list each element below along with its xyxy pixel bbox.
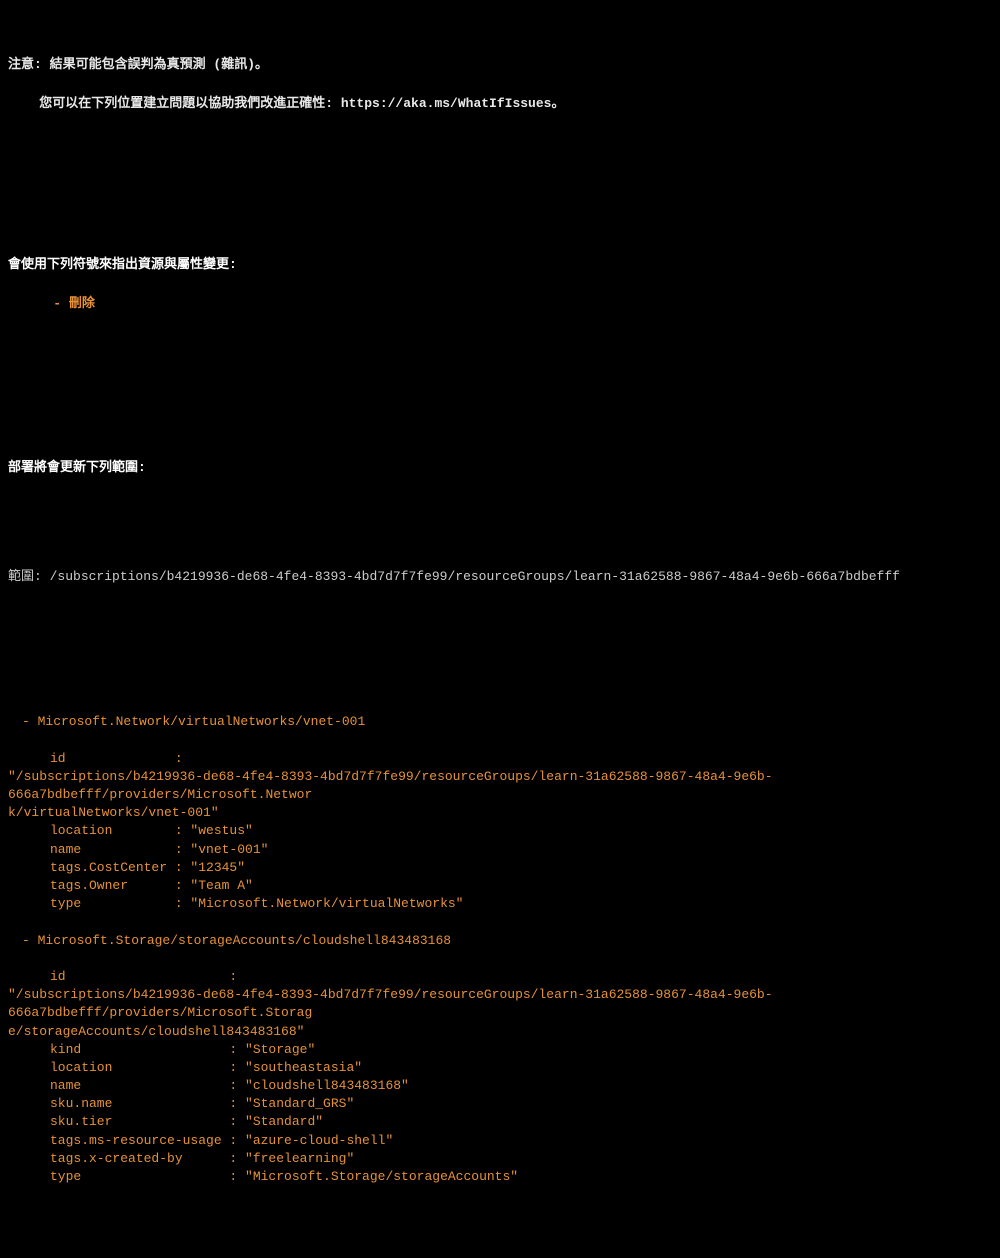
operations-list: - Microsoft.Network/virtualNetworks/vnet… [8,713,992,1204]
prop-row: type : "Microsoft.Storage/storageAccount… [8,1168,992,1186]
terminal-output: 注意: 結果可能包含誤判為真預測 (雜訊)。 您可以在下列位置建立問題以協助我們… [0,0,1000,1258]
prop-row: name : "cloudshell843483168" [8,1077,992,1095]
prop-val-id-cont: e/storageAccounts/cloudshell843483168" [8,1023,992,1041]
op-header: - Microsoft.Network/virtualNetworks/vnet… [8,713,992,731]
prop-row: name : "vnet-001" [8,841,992,859]
legend-heading: 會使用下列符號來指出資源與屬性變更: - 刪除 [8,259,992,332]
prop-val-id-cont: k/virtualNetworks/vnet-001" [8,804,992,822]
warning-title: 注意: 結果可能包含誤判為真預測 (雜訊)。 您可以在下列位置建立問題以協助我們… [8,59,992,132]
prop-key-id: id : [8,968,992,986]
op-header: - Microsoft.Storage/storageAccounts/clou… [8,932,992,950]
legend-delete: - 刪除 [39,295,95,313]
prop-row: location : "westus" [8,822,992,840]
prop-row: kind : "Storage" [8,1041,992,1059]
prop-val-id: "/subscriptions/b4219936-de68-4fe4-8393-… [8,986,992,1022]
scope-path: 範圍: /subscriptions/b4219936-de68-4fe4-83… [8,568,992,586]
prop-row: sku.tier : "Standard" [8,1113,992,1131]
issue-url: https://aka.ms/WhatIfIssues [341,96,552,111]
prop-row: location : "southeastasia" [8,1059,992,1077]
prop-row: type : "Microsoft.Network/virtualNetwork… [8,895,992,913]
prop-row: tags.Owner : "Team A" [8,877,992,895]
prop-row: sku.name : "Standard_GRS" [8,1095,992,1113]
prop-row: tags.ms-resource-usage : "azure-cloud-sh… [8,1132,992,1150]
prop-key-id: id : [8,750,992,768]
prop-row: tags.CostCenter : "12345" [8,859,992,877]
scope-heading: 部署將會更新下列範圍: [8,459,992,477]
prop-row: tags.x-created-by : "freelearning" [8,1150,992,1168]
prop-val-id: "/subscriptions/b4219936-de68-4fe4-8393-… [8,768,992,804]
